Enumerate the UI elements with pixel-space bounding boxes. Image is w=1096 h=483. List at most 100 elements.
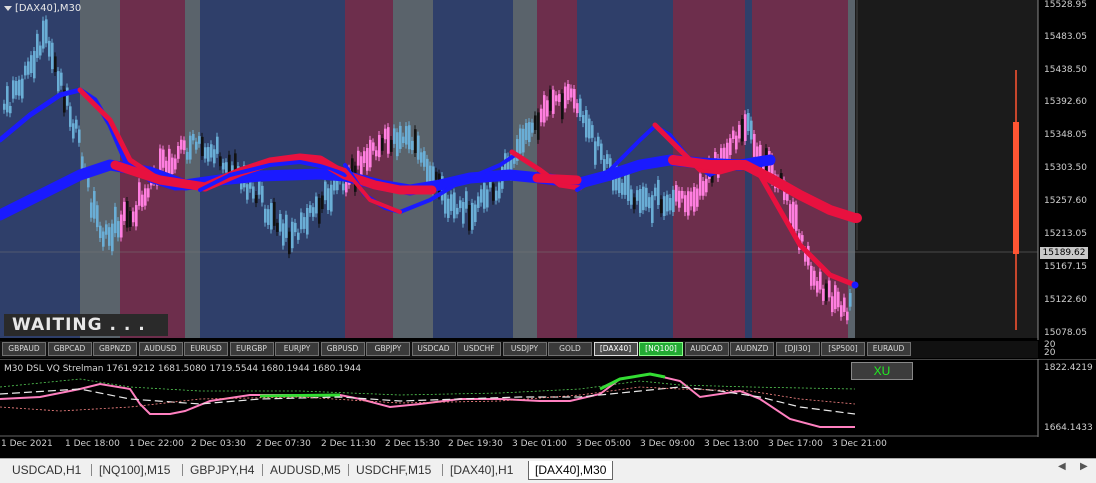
candle [552,85,555,118]
ma-end-dot [852,213,862,223]
time-tick-label: 3 Dec 05:00 [576,439,631,449]
symbol-button[interactable]: EURUSD [184,342,228,356]
chart-title: [DAX40],M30 [4,3,81,14]
current-price-label: 15189.62 [1040,247,1088,259]
candle [537,108,540,144]
price-chart-canvas[interactable] [0,0,1096,340]
candle [387,123,390,158]
candle [753,129,756,161]
chart-tab[interactable]: AUDUSD,M5 [270,461,341,479]
symbol-button[interactable]: AUDCAD [684,342,729,356]
main-chart[interactable]: [DAX40],M30 15528.95 15483.05 15438.50 1539… [0,0,1096,340]
candle [36,29,39,62]
scroll-left-icon[interactable]: ◀ [1058,461,1066,472]
symbol-button[interactable]: USDJPY [502,342,547,356]
symbol-button[interactable]: [DJI30] [775,342,820,356]
candle [528,118,531,147]
candle [639,184,642,217]
symbol-button[interactable]: EURAUD [866,342,911,356]
waiting-status: WAITING . . . [4,314,168,336]
oscillator-bull-segment [259,393,341,398]
symbol-button[interactable]: EURJPY [275,342,319,356]
chart-tab[interactable]: [NQ100],M15 [99,461,170,479]
chart-tab-bar: ◀ ▶ USDCAD,H1 [NQ100],M15 GBPJPY,H4 AUDUSD,… [0,458,1096,483]
candle [45,15,48,48]
time-tick-label: 1 Dec 2021 [1,439,53,449]
candle [93,187,96,223]
time-tick-label: 2 Dec 11:30 [321,439,376,449]
candle [111,219,114,256]
candle [672,185,675,217]
candle [519,124,522,158]
candle [657,175,660,209]
tab-separator [91,464,92,476]
candle [135,201,138,231]
symbol-button[interactable]: GBPJPY [366,342,410,356]
candle [561,89,564,124]
xu-button[interactable]: XU [851,362,913,380]
candle [741,114,744,146]
candle [642,182,645,215]
candle [834,281,837,314]
symbol-button[interactable]: USDCHF [457,342,501,356]
symbol-button[interactable]: GBPNZD [93,342,137,356]
symbol-button[interactable]: GBPUSD [320,342,365,356]
candle [687,187,690,220]
symbol-button[interactable]: EURGBP [229,342,274,356]
chart-tab[interactable]: [DAX40],H1 [450,461,513,479]
symbol-button[interactable]: GOLD [548,342,592,356]
symbol-button[interactable]: [NQ100] [639,342,683,356]
chart-tab[interactable]: [DAX40],M30 [528,461,614,480]
session-band [513,0,537,338]
chart-tab[interactable]: GBPJPY,H4 [190,461,254,479]
candle [447,194,450,222]
symbol-button[interactable]: AUDUSD [138,342,183,356]
candle [6,82,9,117]
candle [114,202,117,238]
ma-end-dot [851,281,859,289]
candle [693,182,696,216]
price-tick-label: 15303.50 [1044,163,1087,173]
future-area [855,0,1038,338]
candle [468,201,471,235]
candle [522,124,525,157]
time-tick-label: 3 Dec 17:00 [768,439,823,449]
symbol-button[interactable]: GBPAUD [2,342,46,356]
symbol-button[interactable]: GBPCAD [47,342,92,356]
candle [426,154,429,186]
candle [453,188,456,223]
candle [126,197,129,232]
chart-tab[interactable]: USDCAD,H1 [12,461,81,479]
session-band [185,0,200,338]
candle [318,194,321,228]
chart-tab[interactable]: USDCHF,M15 [356,461,431,479]
scroll-right-icon[interactable]: ▶ [1080,461,1088,472]
candle [108,223,111,250]
tab-separator [182,464,183,476]
candle [69,102,72,131]
time-tick-label: 2 Dec 03:30 [191,439,246,449]
candle [282,219,285,250]
candle [417,131,420,164]
tab-separator [348,464,349,476]
fast-ma-thick-2 [532,173,582,185]
symbol-button[interactable]: [SP500] [821,342,865,356]
time-tick-label: 3 Dec 01:00 [512,439,567,449]
candle [288,227,291,259]
candle [396,128,399,161]
symbol-button[interactable]: AUDNZD [730,342,774,356]
candle [516,135,519,165]
candle [645,183,648,211]
candle [366,143,369,175]
candle [285,210,288,242]
candle [699,169,702,200]
price-tick-label: 15213.05 [1044,229,1087,239]
candle [462,198,465,228]
symbol-button[interactable]: USDCAD [411,342,456,356]
time-tick-label: 2 Dec 15:30 [385,439,440,449]
candle [651,191,654,227]
symbol-button[interactable]: [DAX40] [593,342,638,356]
candle [63,85,66,117]
candle [378,131,381,162]
dropdown-triangle-icon[interactable] [4,5,12,11]
